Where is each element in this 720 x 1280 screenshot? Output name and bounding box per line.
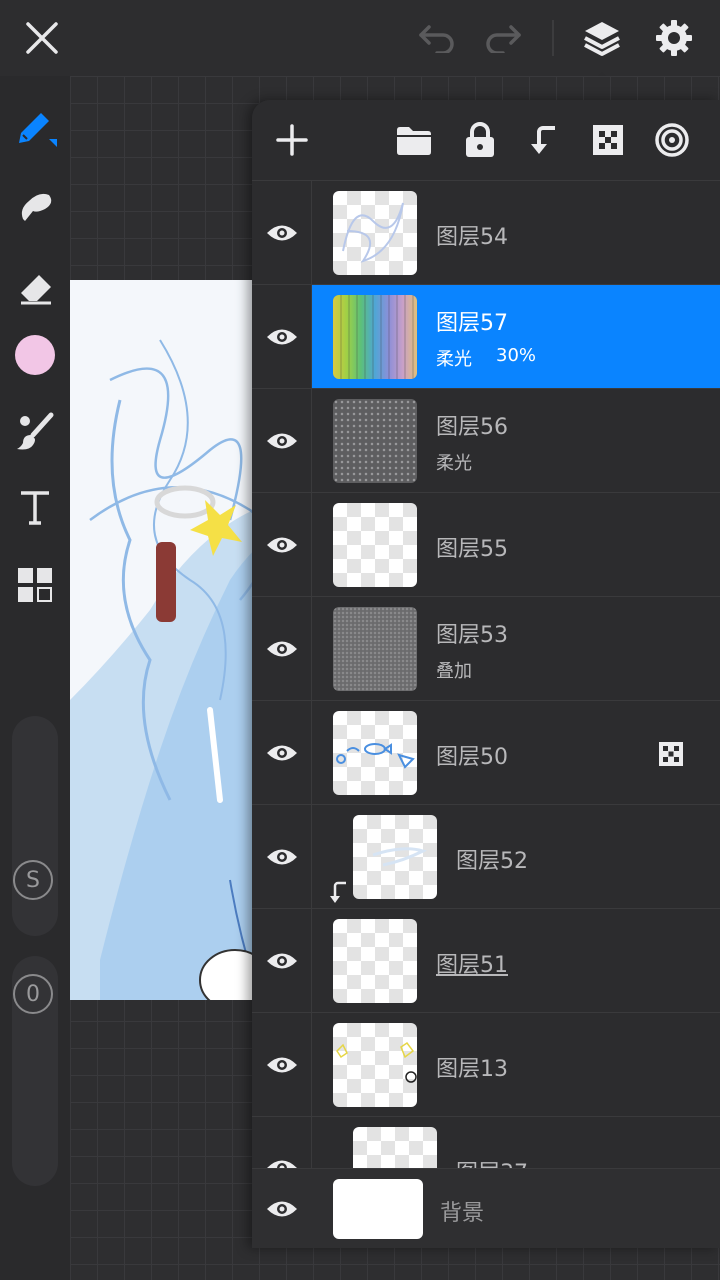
brush-icon[interactable] — [10, 406, 60, 456]
visibility-eye-icon[interactable] — [252, 389, 312, 493]
background-layer-row[interactable]: 背景 — [252, 1168, 720, 1248]
size-slider[interactable]: S — [12, 716, 58, 936]
layer-thumbnail — [333, 1023, 417, 1107]
layer-row[interactable]: 图层55 — [252, 492, 720, 597]
visibility-eye-icon[interactable] — [252, 285, 312, 389]
layer-row-selected[interactable]: 图层57 柔光 30% — [252, 284, 720, 389]
top-toolbar — [0, 0, 720, 82]
layer-row[interactable]: 图层13 — [252, 1012, 720, 1117]
opacity-slider-label: 0 — [13, 974, 53, 1014]
left-toolbar: S 0 — [0, 76, 70, 1280]
background-color-thumbnail[interactable] — [333, 1179, 423, 1239]
transparency-icon[interactable] — [586, 118, 630, 162]
layer-thumbnail — [333, 711, 417, 795]
background-layer-name: 背景 — [440, 1201, 485, 1226]
layer-thumbnail — [333, 295, 417, 379]
layer-row[interactable]: 图层56 柔光 — [252, 388, 720, 493]
lock-icon[interactable] — [458, 118, 502, 162]
layer-name: 图层52 — [456, 849, 528, 874]
layer-name: 图层54 — [436, 225, 508, 250]
layer-thumbnail — [333, 919, 417, 1003]
layer-thumbnail — [353, 815, 437, 899]
opacity-slider[interactable]: 0 — [12, 956, 58, 1186]
grid-icon[interactable] — [10, 560, 60, 610]
visibility-eye-icon[interactable] — [252, 493, 312, 597]
visibility-eye-icon[interactable] — [265, 1198, 299, 1224]
smudge-icon[interactable] — [10, 180, 60, 230]
toolbar-divider — [552, 20, 554, 56]
layers-panel-toolbar — [252, 100, 720, 180]
alpha-lock-icon[interactable] — [658, 741, 684, 771]
close-icon[interactable] — [20, 16, 64, 60]
layer-opacity: 30% — [496, 345, 537, 366]
layer-row[interactable]: 图层51 — [252, 908, 720, 1013]
current-color-circle — [15, 335, 55, 375]
visibility-eye-icon[interactable] — [252, 701, 312, 805]
layer-name: 图层55 — [436, 537, 508, 562]
layer-blend-mode: 柔光 — [436, 349, 472, 370]
layer-row[interactable]: 图层54 — [252, 180, 720, 285]
layer-blend-mode: 叠加 — [436, 661, 472, 682]
clip-icon[interactable] — [522, 118, 566, 162]
layer-name: 图层13 — [436, 1057, 508, 1082]
layer-thumbnail — [333, 503, 417, 587]
layer-name: 图层51 — [436, 953, 508, 978]
layer-row[interactable]: 图层37 — [252, 1116, 720, 1168]
clipping-arrow-icon — [330, 881, 350, 911]
layer-thumbnail — [333, 399, 417, 483]
layers-icon[interactable] — [578, 14, 626, 62]
visibility-eye-icon[interactable] — [252, 909, 312, 1013]
gear-icon[interactable] — [650, 14, 698, 62]
layers-panel: 图层54 图层57 柔光 30% 图层56 柔光 图层55 图层53 叠加 图层… — [252, 100, 720, 1248]
layer-row[interactable]: 图层53 叠加 — [252, 596, 720, 701]
layer-row[interactable]: 图层50 — [252, 700, 720, 805]
layer-name: 图层56 — [436, 415, 508, 440]
redo-icon[interactable] — [478, 18, 528, 58]
layer-name: 图层50 — [436, 745, 508, 770]
add-layer-icon[interactable] — [270, 118, 314, 162]
layer-thumbnail — [333, 607, 417, 691]
layers-list[interactable]: 图层54 图层57 柔光 30% 图层56 柔光 图层55 图层53 叠加 图层… — [252, 180, 720, 1168]
undo-icon[interactable] — [412, 18, 462, 58]
color-swatch[interactable] — [10, 330, 60, 380]
layer-name: 图层37 — [456, 1155, 528, 1168]
layer-thumbnail — [333, 191, 417, 275]
visibility-eye-icon[interactable] — [252, 181, 312, 285]
blend-icon[interactable] — [650, 118, 694, 162]
visibility-eye-icon[interactable] — [252, 1117, 312, 1168]
layer-blend-mode: 柔光 — [436, 453, 472, 474]
visibility-eye-icon[interactable] — [252, 1013, 312, 1117]
visibility-eye-icon[interactable] — [252, 597, 312, 701]
folder-icon[interactable] — [392, 118, 436, 162]
layer-thumbnail — [353, 1127, 437, 1168]
size-slider-label: S — [13, 860, 53, 900]
pen-icon[interactable] — [10, 100, 60, 150]
layer-row[interactable]: 图层52 — [252, 804, 720, 911]
eraser-icon[interactable] — [10, 260, 60, 310]
layer-name: 图层57 — [436, 311, 508, 336]
layer-name: 图层53 — [436, 623, 508, 648]
visibility-eye-icon[interactable] — [252, 805, 312, 909]
text-icon[interactable] — [10, 482, 60, 532]
